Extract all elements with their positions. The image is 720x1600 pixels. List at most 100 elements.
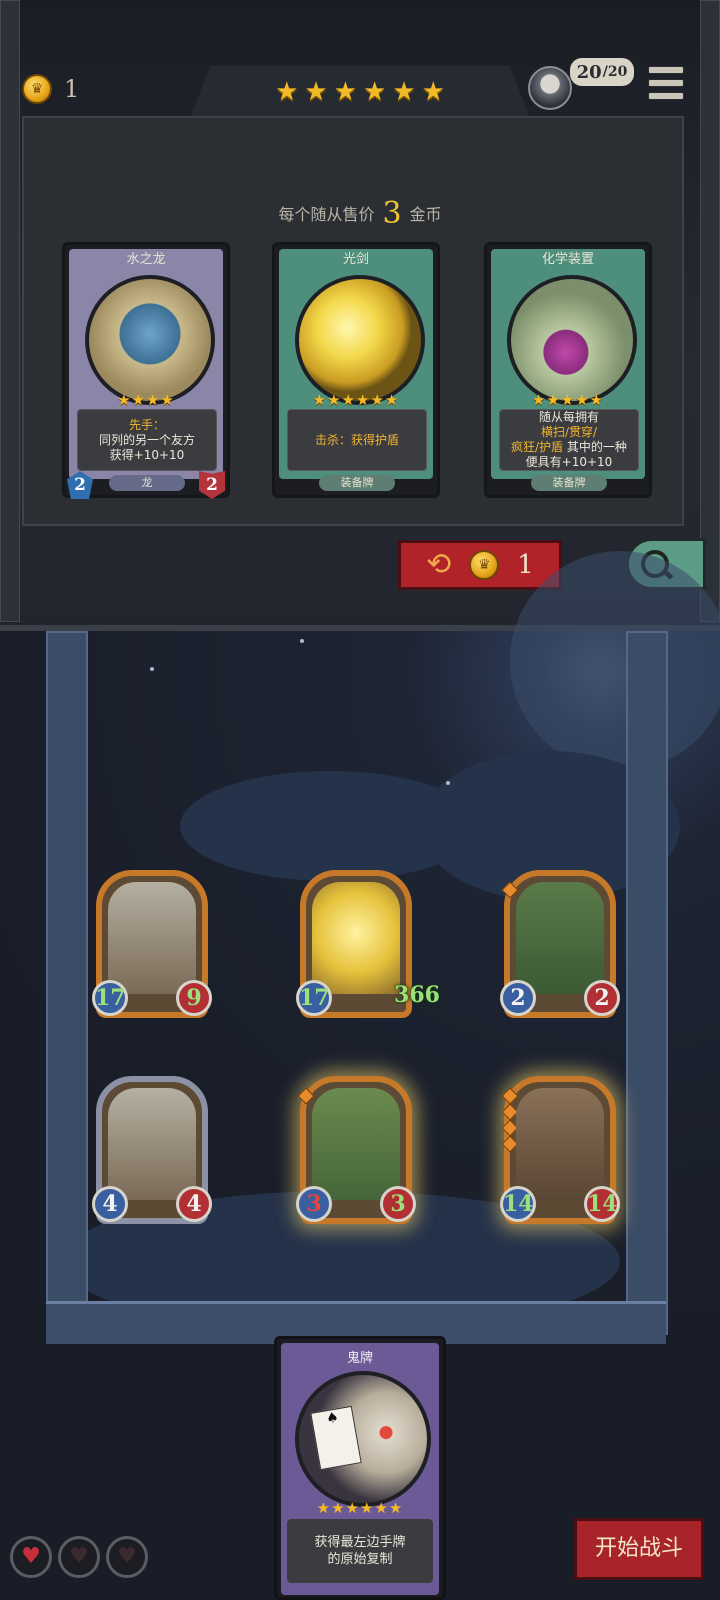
effect-line: 先手： <box>128 417 165 432</box>
star-decoration <box>446 781 450 785</box>
frame-pillar-right <box>626 631 668 1335</box>
effect-line: 随从每拥有 <box>538 410 599 424</box>
card-name: 光剑 <box>342 252 369 267</box>
unit-health: 2 <box>584 980 620 1016</box>
card-stars: ★★★★★★ <box>312 391 400 409</box>
unit-attack: 17 <box>92 980 128 1016</box>
star-decoration <box>150 667 154 671</box>
effect-line: 的原始复制 <box>327 1552 393 1567</box>
gold-value: 1 <box>64 75 80 103</box>
card-effect-text: 随从每拥有 横扫/贯穿/ 疯狂/护盾 其中的一种 便具有+10+10 <box>499 409 639 471</box>
hand-card-joker[interactable]: 鬼牌 ♠ ★★★★★★ 获得最左边手牌 的原始复制 <box>274 1336 446 1600</box>
sell-note-suffix: 金币 <box>409 205 442 224</box>
board-unit-swordsman[interactable]: 14 14 <box>500 1076 620 1224</box>
tier-star-icon: ★ <box>304 77 328 107</box>
tier-star-icon: ★ <box>421 77 445 107</box>
unit-portrait <box>312 882 400 994</box>
effect-prefix: 击杀：获得 <box>314 432 375 447</box>
effect-line: 便具有+10+10 <box>525 455 613 469</box>
unit-attack: 3 <box>296 1186 332 1222</box>
card-stars: ★★★★★★ <box>316 1499 404 1517</box>
player-health-bubble: 20/20 <box>570 58 634 86</box>
unit-portrait <box>108 882 196 994</box>
heart-icon: ♥ <box>58 1536 100 1578</box>
sell-note-prefix: 每个随从售价 <box>278 205 375 224</box>
shop-panel: ♛ 1 ★ ★ ★ ★ ★ ★ 20/20 每个随从售价 3 金币 水之龙 ★★★★… <box>0 0 720 631</box>
tier-star-icon: ★ <box>363 77 387 107</box>
unit-health: 366 <box>394 982 440 1008</box>
gold-coin-icon: ♛ <box>469 550 500 580</box>
board-unit-dwarf-warrior[interactable]: 17 366 <box>296 870 440 1018</box>
effect-line: 同列的另一个友方 <box>98 432 195 447</box>
card-tribe-tag: 龙 <box>109 475 185 491</box>
card-name: 水之龙 <box>126 252 166 267</box>
menu-bar-icon <box>648 66 684 74</box>
card-effect-text: 先手： 同列的另一个友方 获得+10+10 <box>77 409 217 471</box>
card-type-tag: 装备牌 <box>531 475 607 491</box>
gem-icon <box>501 881 519 899</box>
refresh-shop-button[interactable]: ⟲ ♛ 1 <box>398 540 562 590</box>
board-unit-green-dragon[interactable]: 2 2 <box>500 870 620 1018</box>
refresh-icon: ⟲ <box>426 547 452 582</box>
light-sword-portrait <box>295 275 425 405</box>
shop-card-light-sword[interactable]: 光剑 ★★★★★★ 击杀：获得护盾 装备牌 <box>272 242 440 498</box>
effect-line: 疯狂/护盾 其中的一种 <box>500 440 638 455</box>
unit-health: 3 <box>380 1186 416 1222</box>
moon-decoration <box>510 551 720 771</box>
board-unit-winged-beast[interactable]: 17 9 <box>92 870 212 1018</box>
shop-card-chemical-device[interactable]: 化学装置 ★★★★★ 随从每拥有 横扫/贯穿/ 疯狂/护盾 其中的一种 便具有+… <box>484 242 652 498</box>
card-stars: ★★★★★ <box>531 391 605 409</box>
unit-health: 4 <box>176 1186 212 1222</box>
life-hearts: ♥ ♥ ♥ <box>10 1536 148 1578</box>
menu-bar-icon <box>648 79 684 87</box>
health-current: 20 <box>576 61 602 83</box>
sell-price-value: 3 <box>382 196 402 231</box>
panel-rail-right <box>700 0 720 622</box>
effect-keyword: 护盾 <box>375 432 400 447</box>
effect-keywords: 疯狂/护盾 <box>511 440 564 454</box>
unit-portrait <box>516 1088 604 1200</box>
board-unit-winged-beast-silver[interactable]: 4 4 <box>92 1076 212 1224</box>
start-battle-button[interactable]: 开始战斗 <box>574 1518 704 1580</box>
card-effect-text: 获得最左边手牌 的原始复制 <box>287 1519 433 1583</box>
health-badge: 2 <box>199 471 225 499</box>
tavern-tier-stars: ★ ★ ★ ★ ★ ★ <box>190 66 530 118</box>
refresh-cost: 1 <box>517 550 534 580</box>
unit-attack: 2 <box>500 980 536 1016</box>
card-type-tag: 装备牌 <box>319 475 395 491</box>
heart-icon: ♥ <box>10 1536 52 1578</box>
star-decoration <box>300 639 304 643</box>
card-stars: ★★★★ <box>117 391 175 409</box>
tier-star-icon: ★ <box>275 77 299 107</box>
panel-rail-left <box>0 0 20 622</box>
effect-line: 获得最左边手牌 <box>314 1535 406 1550</box>
gem-icon <box>501 1087 519 1105</box>
card-effect-text: 击杀：获得护盾 <box>287 409 427 471</box>
unit-portrait <box>312 1088 400 1200</box>
cloud-decoration <box>180 771 480 881</box>
unit-attack: 17 <box>296 980 332 1016</box>
heart-icon: ♥ <box>106 1536 148 1578</box>
unit-portrait <box>108 1088 196 1200</box>
tier-star-icon: ★ <box>392 77 416 107</box>
health-max: /20 <box>602 64 628 80</box>
sell-price-note: 每个随从售价 3 金币 <box>0 196 720 231</box>
unit-gems <box>501 881 519 899</box>
tier-star-icon: ★ <box>333 77 357 107</box>
effect-line: 获得+10+10 <box>109 447 185 462</box>
effect-line: 击杀：获得护盾 <box>288 433 426 448</box>
player-avatar[interactable] <box>528 66 572 110</box>
menu-button[interactable] <box>648 66 684 100</box>
gold-counter: ♛ 1 <box>22 74 79 104</box>
unit-gems <box>297 1087 315 1105</box>
unit-portrait <box>516 882 604 994</box>
card-name: 化学装置 <box>541 252 594 267</box>
unit-health: 9 <box>176 980 212 1016</box>
shop-card-water-dragon[interactable]: 水之龙 ★★★★ 先手： 同列的另一个友方 获得+10+10 2 龙 2 <box>62 242 230 499</box>
gem-icon <box>297 1087 315 1105</box>
card-name: 鬼牌 <box>346 1351 373 1366</box>
effect-line: 横扫/贯穿/ <box>540 425 598 439</box>
board-unit-green-dragon-gold[interactable]: 3 3 <box>296 1076 416 1224</box>
unit-attack: 4 <box>92 1186 128 1222</box>
unit-attack: 14 <box>500 1186 536 1222</box>
